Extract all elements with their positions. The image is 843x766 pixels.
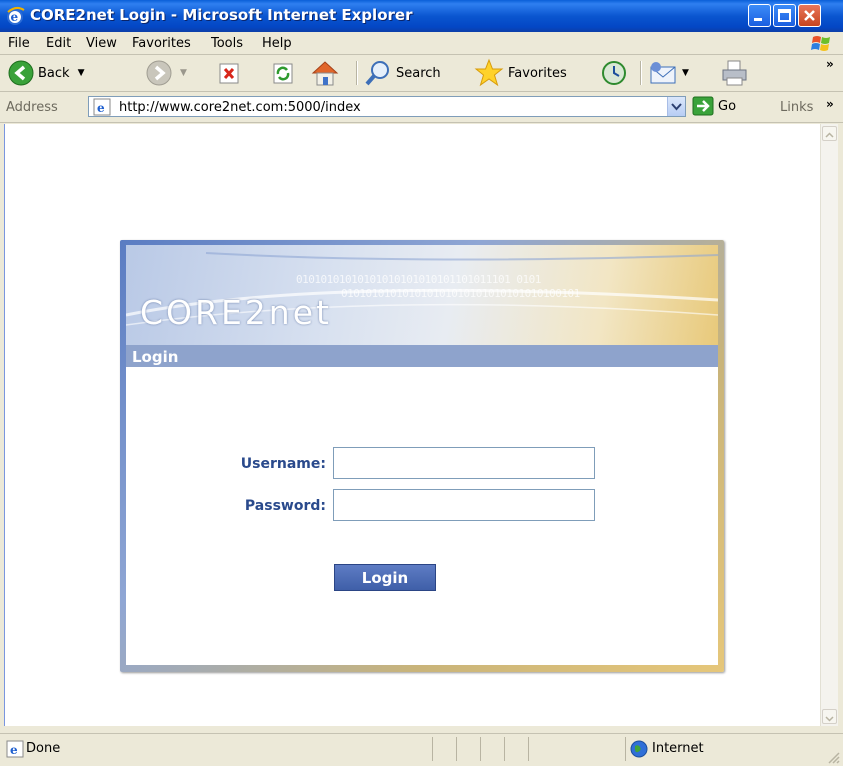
status-pane-divider xyxy=(504,737,505,761)
password-input[interactable] xyxy=(333,489,595,521)
home-button[interactable] xyxy=(310,58,340,88)
vertical-scrollbar[interactable] xyxy=(820,124,838,726)
password-label: Password: xyxy=(244,498,326,514)
page-content: 01010101010101010101010101101011101 0101… xyxy=(4,124,821,726)
close-icon xyxy=(804,10,815,21)
title-bar[interactable]: e CORE2net Login - Microsoft Internet Ex… xyxy=(0,0,843,32)
go-button[interactable]: Go xyxy=(692,96,736,116)
back-label: Back xyxy=(38,65,70,81)
toolbar-overflow-chevron[interactable]: » xyxy=(826,57,834,71)
page-done-icon: e xyxy=(6,740,24,758)
address-dropdown-button[interactable] xyxy=(667,97,685,116)
address-input[interactable]: e http://www.core2net.com:5000/index xyxy=(88,96,686,117)
forward-button[interactable]: ▼ xyxy=(146,58,187,88)
print-button[interactable] xyxy=(720,58,750,88)
page-ie-icon: e xyxy=(93,98,111,116)
links-overflow-chevron[interactable]: » xyxy=(826,97,834,111)
resize-grip-icon[interactable] xyxy=(826,750,840,764)
login-section-header: Login xyxy=(126,345,718,367)
svg-text:e: e xyxy=(97,101,105,115)
favorites-button[interactable]: Favorites xyxy=(474,58,567,88)
minimize-icon xyxy=(754,18,762,21)
close-button[interactable] xyxy=(798,4,821,27)
address-bar: Address e http://www.core2net.com:5000/i… xyxy=(0,92,843,123)
binary-pattern-row2: 010101010101010101010101010101010100101 xyxy=(341,287,580,300)
address-url: http://www.core2net.com:5000/index xyxy=(119,100,361,115)
back-arrow-icon xyxy=(8,60,34,86)
refresh-button[interactable] xyxy=(272,58,296,88)
go-arrow-icon xyxy=(692,96,714,116)
core2net-banner: 01010101010101010101010101101011101 0101… xyxy=(126,245,718,345)
back-dropdown-icon[interactable]: ▼ xyxy=(78,68,85,78)
login-form: Username: Password: Login xyxy=(126,367,718,665)
mail-icon xyxy=(650,62,676,84)
internet-explorer-icon: e xyxy=(7,6,25,25)
chevron-down-icon xyxy=(671,103,682,111)
svg-text:e: e xyxy=(10,743,18,757)
scroll-up-button[interactable] xyxy=(822,126,837,141)
windows-logo-icon xyxy=(811,36,830,51)
browser-window: e CORE2net Login - Microsoft Internet Ex… xyxy=(0,0,843,766)
stop-button[interactable] xyxy=(218,58,242,88)
forward-dropdown-icon[interactable]: ▼ xyxy=(180,68,187,78)
back-button[interactable]: Back ▼ xyxy=(8,58,84,88)
status-bar: e Done Internet xyxy=(0,733,843,766)
go-label: Go xyxy=(718,98,737,114)
chevron-up-icon xyxy=(825,132,834,138)
menu-edit[interactable]: Edit xyxy=(46,36,71,51)
menu-tools[interactable]: Tools xyxy=(211,36,243,51)
favorites-label: Favorites xyxy=(508,65,567,81)
history-clock-icon xyxy=(602,61,626,85)
status-pane-divider xyxy=(480,737,481,761)
status-pane-divider xyxy=(625,737,626,761)
scroll-down-button[interactable] xyxy=(822,709,837,724)
username-input[interactable] xyxy=(333,447,595,479)
home-icon xyxy=(311,61,339,86)
chevron-down-icon xyxy=(825,716,834,722)
status-pane-divider xyxy=(456,737,457,761)
stop-icon xyxy=(219,63,239,84)
standard-toolbar: Back ▼ ▼ Search Favorites ▼ » xyxy=(0,55,843,92)
binary-pattern-row1: 01010101010101010101010101101011101 0101 xyxy=(296,273,541,286)
search-icon xyxy=(365,61,389,86)
status-text: Done xyxy=(26,741,61,756)
search-label: Search xyxy=(396,65,441,81)
menu-view[interactable]: View xyxy=(86,36,117,51)
status-pane-divider xyxy=(432,737,433,761)
mail-dropdown-icon[interactable]: ▼ xyxy=(682,68,689,78)
links-label[interactable]: Links xyxy=(780,100,813,115)
login-button[interactable]: Login xyxy=(334,564,436,591)
username-label: Username: xyxy=(240,456,326,472)
window-title: CORE2net Login - Microsoft Internet Expl… xyxy=(30,6,413,24)
printer-icon xyxy=(722,60,747,86)
status-pane-divider xyxy=(528,737,529,761)
minimize-button[interactable] xyxy=(748,4,771,27)
login-panel: 01010101010101010101010101101011101 0101… xyxy=(120,240,724,672)
maximize-icon xyxy=(778,9,791,22)
svg-text:e: e xyxy=(11,10,19,24)
core2net-logo: CORE2net xyxy=(140,293,332,332)
address-label: Address xyxy=(6,100,58,115)
refresh-icon xyxy=(273,63,293,84)
maximize-button[interactable] xyxy=(773,4,796,27)
menu-help[interactable]: Help xyxy=(262,36,292,51)
mail-button[interactable]: ▼ xyxy=(648,58,689,88)
security-zone-label: Internet xyxy=(652,741,704,756)
history-button[interactable] xyxy=(600,58,628,88)
forward-arrow-icon xyxy=(146,60,172,86)
search-button[interactable]: Search xyxy=(364,58,441,88)
internet-globe-icon xyxy=(630,740,648,758)
menu-bar: File Edit View Favorites Tools Help xyxy=(0,32,843,55)
menu-favorites[interactable]: Favorites xyxy=(132,36,191,51)
login-section-title: Login xyxy=(132,348,179,366)
menu-file[interactable]: File xyxy=(8,36,30,51)
favorites-star-icon xyxy=(474,58,504,87)
